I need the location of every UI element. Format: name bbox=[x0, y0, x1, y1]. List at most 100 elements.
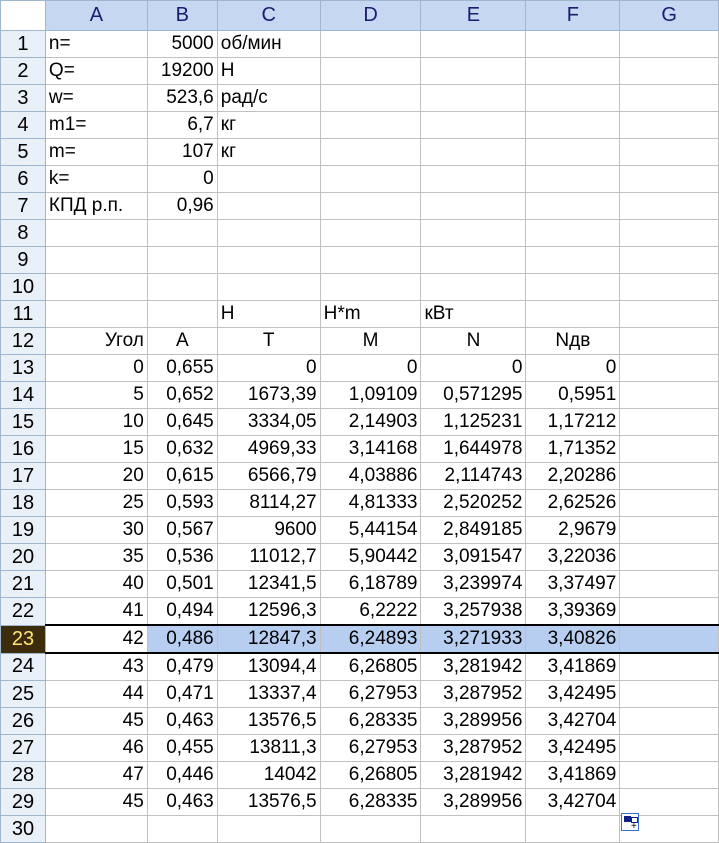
cell-D25[interactable]: 6,27953 bbox=[319, 680, 422, 708]
cell-F6[interactable] bbox=[525, 165, 621, 193]
row-header-30[interactable]: 30 bbox=[0, 815, 46, 843]
row-header-27[interactable]: 27 bbox=[0, 734, 46, 762]
cell-E25[interactable]: 3,287952 bbox=[420, 680, 527, 708]
cell-A19[interactable]: 30 bbox=[44, 516, 148, 544]
cell-F19[interactable]: 2,9679 bbox=[525, 516, 621, 544]
cell-F29[interactable]: 3,42704 bbox=[525, 788, 621, 816]
cell-B8[interactable] bbox=[146, 219, 218, 247]
cell-D5[interactable] bbox=[319, 138, 422, 166]
cell-E16[interactable]: 1,644978 bbox=[420, 435, 527, 463]
cell-G3[interactable] bbox=[619, 84, 719, 112]
cell-C21[interactable]: 12341,5 bbox=[216, 570, 321, 598]
cell-C28[interactable]: 14042 bbox=[216, 761, 321, 789]
cell-F5[interactable] bbox=[525, 138, 621, 166]
cell-C18[interactable]: 8114,27 bbox=[216, 489, 321, 517]
cell-A6[interactable]: k= bbox=[44, 165, 148, 193]
cell-B25[interactable]: 0,471 bbox=[146, 680, 218, 708]
cell-B23[interactable]: 0,486 bbox=[146, 624, 218, 654]
cell-B15[interactable]: 0,645 bbox=[146, 408, 218, 436]
cell-F28[interactable]: 3,41869 bbox=[525, 761, 621, 789]
cell-E19[interactable]: 2,849185 bbox=[420, 516, 527, 544]
column-header-E[interactable]: E bbox=[420, 0, 527, 31]
cell-A18[interactable]: 25 bbox=[44, 489, 148, 517]
cell-A17[interactable]: 20 bbox=[44, 462, 148, 490]
cell-G24[interactable] bbox=[619, 652, 719, 681]
cell-F8[interactable] bbox=[525, 219, 621, 247]
cell-C4[interactable]: кг bbox=[216, 111, 321, 139]
cell-E29[interactable]: 3,289956 bbox=[420, 788, 527, 816]
cell-C29[interactable]: 13576,5 bbox=[216, 788, 321, 816]
cell-A30[interactable] bbox=[44, 815, 148, 843]
cell-D12[interactable]: M bbox=[319, 327, 422, 355]
cell-C13[interactable]: 0 bbox=[216, 354, 321, 382]
cell-F15[interactable]: 1,17212 bbox=[525, 408, 621, 436]
row-header-20[interactable]: 20 bbox=[0, 543, 46, 571]
cell-B20[interactable]: 0,536 bbox=[146, 543, 218, 571]
column-header-C[interactable]: C bbox=[216, 0, 321, 31]
cell-C8[interactable] bbox=[216, 219, 321, 247]
cell-B7[interactable]: 0,96 bbox=[146, 192, 218, 220]
cell-F3[interactable] bbox=[525, 84, 621, 112]
cell-D26[interactable]: 6,28335 bbox=[319, 707, 422, 735]
cell-E28[interactable]: 3,281942 bbox=[420, 761, 527, 789]
cell-C9[interactable] bbox=[216, 246, 321, 274]
cell-D18[interactable]: 4,81333 bbox=[319, 489, 422, 517]
cell-A21[interactable]: 40 bbox=[44, 570, 148, 598]
cell-D8[interactable] bbox=[319, 219, 422, 247]
row-header-17[interactable]: 17 bbox=[0, 462, 46, 490]
cell-E8[interactable] bbox=[420, 219, 527, 247]
cell-E11[interactable]: кВт bbox=[420, 300, 527, 328]
cell-D21[interactable]: 6,18789 bbox=[319, 570, 422, 598]
row-header-15[interactable]: 15 bbox=[0, 408, 46, 436]
cell-C25[interactable]: 13337,4 bbox=[216, 680, 321, 708]
cell-G4[interactable] bbox=[619, 111, 719, 139]
cell-B10[interactable] bbox=[146, 273, 218, 301]
cell-A27[interactable]: 46 bbox=[44, 734, 148, 762]
cell-D29[interactable]: 6,28335 bbox=[319, 788, 422, 816]
cell-E18[interactable]: 2,520252 bbox=[420, 489, 527, 517]
cell-C12[interactable]: T bbox=[216, 327, 321, 355]
cell-G1[interactable] bbox=[619, 30, 719, 58]
column-header-B[interactable]: B bbox=[146, 0, 218, 31]
cell-D10[interactable] bbox=[319, 273, 422, 301]
cell-B24[interactable]: 0,479 bbox=[146, 652, 218, 681]
row-header-23[interactable]: 23 bbox=[0, 624, 46, 654]
cell-F23[interactable]: 3,40826 bbox=[525, 624, 621, 654]
cell-F25[interactable]: 3,42495 bbox=[525, 680, 621, 708]
cell-F30[interactable] bbox=[525, 815, 621, 843]
cell-F10[interactable] bbox=[525, 273, 621, 301]
cell-B6[interactable]: 0 bbox=[146, 165, 218, 193]
cell-D11[interactable]: Н*m bbox=[319, 300, 422, 328]
cell-F14[interactable]: 0,5951 bbox=[525, 381, 621, 409]
cell-B13[interactable]: 0,655 bbox=[146, 354, 218, 382]
cell-C6[interactable] bbox=[216, 165, 321, 193]
cell-E3[interactable] bbox=[420, 84, 527, 112]
cell-G20[interactable] bbox=[619, 543, 719, 571]
cell-E27[interactable]: 3,287952 bbox=[420, 734, 527, 762]
cell-C24[interactable]: 13094,4 bbox=[216, 652, 321, 681]
cell-E2[interactable] bbox=[420, 57, 527, 85]
cell-E26[interactable]: 3,289956 bbox=[420, 707, 527, 735]
row-header-18[interactable]: 18 bbox=[0, 489, 46, 517]
column-header-F[interactable]: F bbox=[525, 0, 621, 31]
cell-G7[interactable] bbox=[619, 192, 719, 220]
row-header-7[interactable]: 7 bbox=[0, 192, 46, 220]
cell-C7[interactable] bbox=[216, 192, 321, 220]
cell-B12[interactable]: A bbox=[146, 327, 218, 355]
cell-G5[interactable] bbox=[619, 138, 719, 166]
cell-A4[interactable]: m1= bbox=[44, 111, 148, 139]
cell-A15[interactable]: 10 bbox=[44, 408, 148, 436]
cell-D24[interactable]: 6,26805 bbox=[319, 652, 422, 681]
cell-F18[interactable]: 2,62526 bbox=[525, 489, 621, 517]
cell-F26[interactable]: 3,42704 bbox=[525, 707, 621, 735]
cell-G29[interactable] bbox=[619, 788, 719, 816]
cell-E7[interactable] bbox=[420, 192, 527, 220]
cell-F7[interactable] bbox=[525, 192, 621, 220]
cell-F9[interactable] bbox=[525, 246, 621, 274]
cell-B28[interactable]: 0,446 bbox=[146, 761, 218, 789]
cell-G9[interactable] bbox=[619, 246, 719, 274]
cell-F16[interactable]: 1,71352 bbox=[525, 435, 621, 463]
cell-B5[interactable]: 107 bbox=[146, 138, 218, 166]
cell-E21[interactable]: 3,239974 bbox=[420, 570, 527, 598]
row-header-19[interactable]: 19 bbox=[0, 516, 46, 544]
